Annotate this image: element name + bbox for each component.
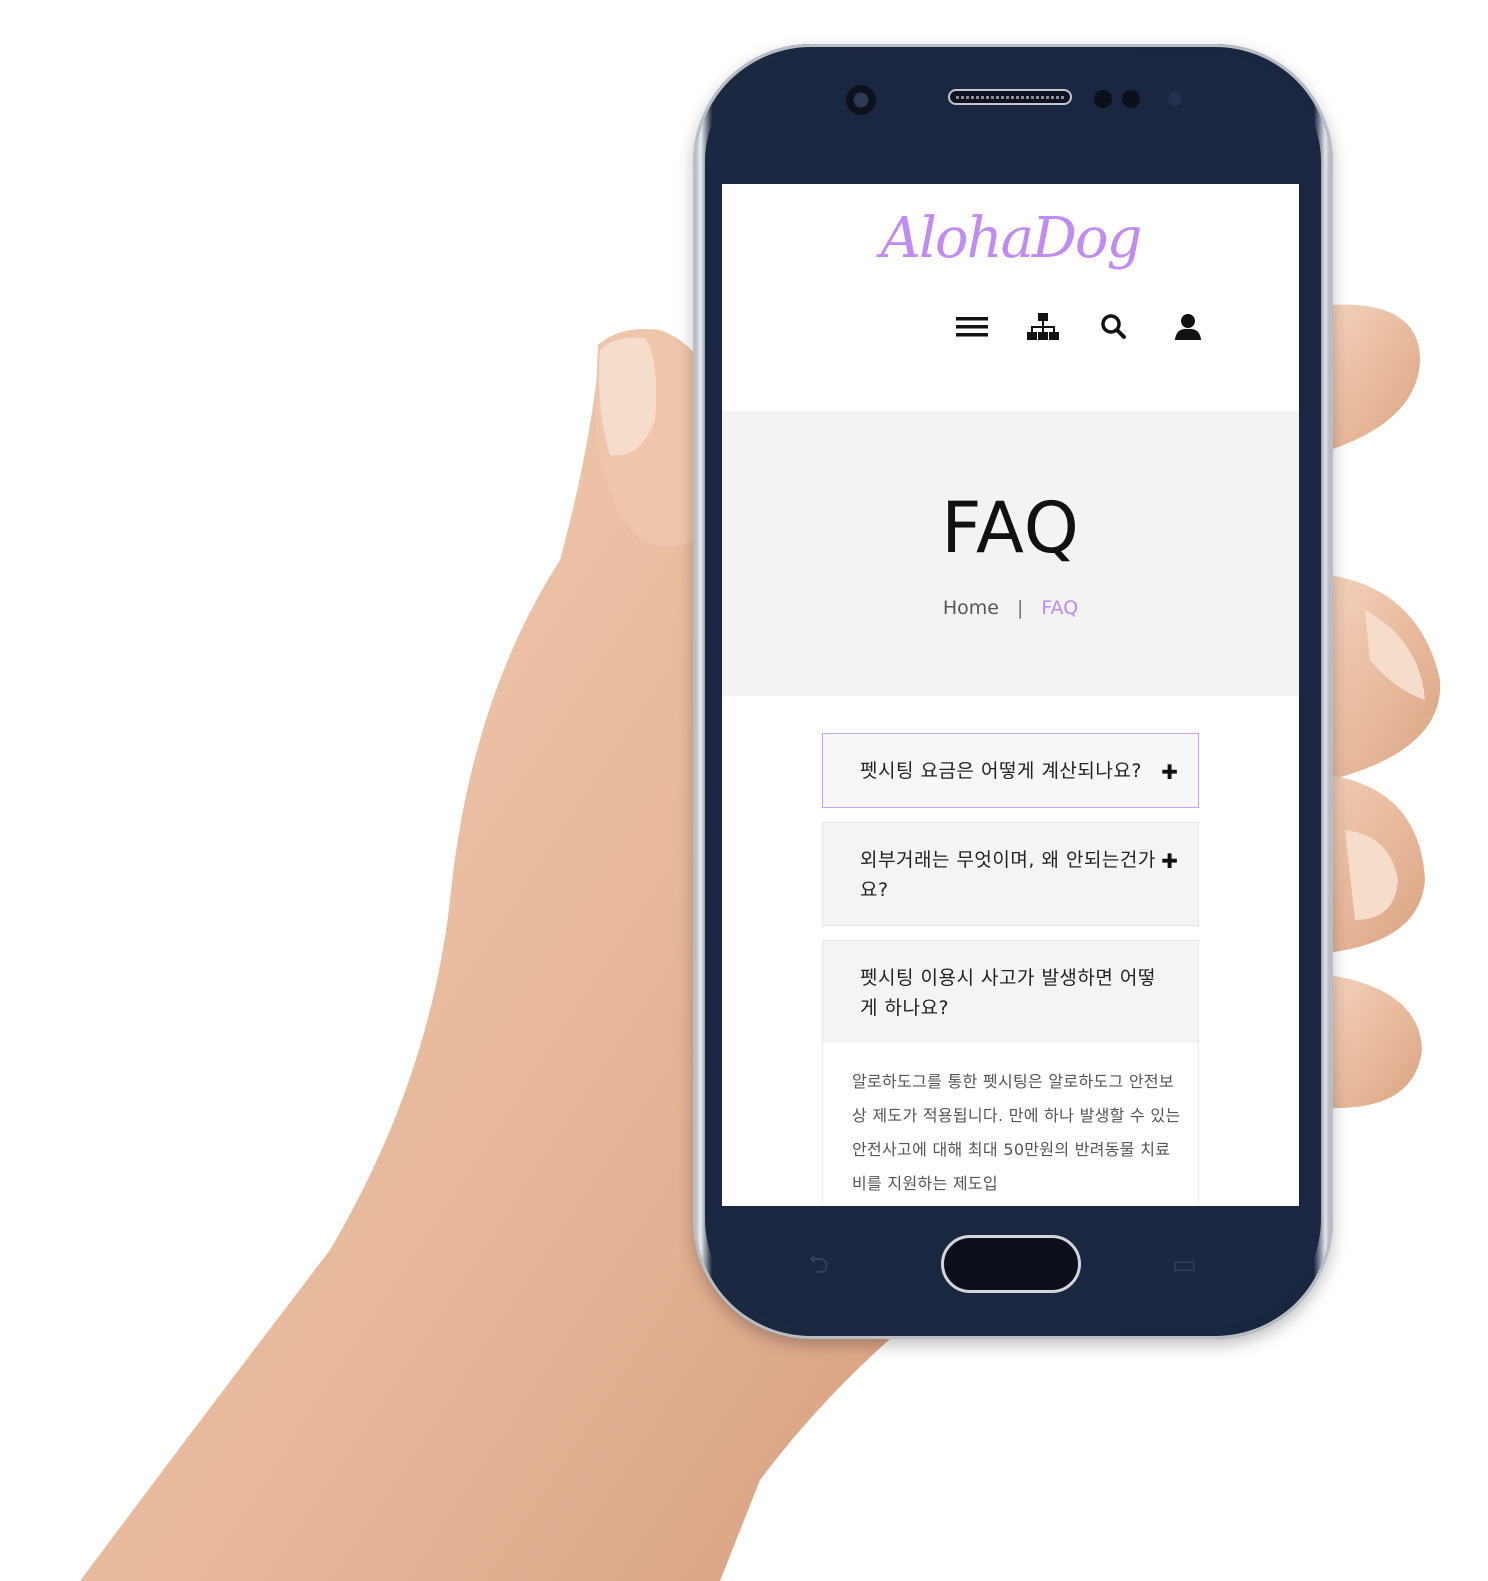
faq-item-3[interactable]: 펫시팅 이용시 사고가 발생하면 어떻게 하나요? bbox=[822, 940, 1199, 1044]
front-camera-icon bbox=[846, 85, 876, 115]
faq-question: 외부거래는 무엇이며, 왜 안되는건가요? bbox=[860, 849, 1156, 901]
page-title: FAQ bbox=[941, 487, 1080, 569]
indicator-led bbox=[1168, 92, 1182, 106]
breadcrumb-separator: | bbox=[1016, 597, 1024, 619]
faq-question: 펫시팅 이용시 사고가 발생하면 어떻게 하나요? bbox=[860, 967, 1156, 1019]
breadcrumb: Home | FAQ bbox=[722, 597, 1299, 619]
expand-plus-icon[interactable]: ✚ bbox=[1161, 849, 1178, 873]
faq-answer-panel: 알로하도그를 통한 펫시팅은 알로하도그 안전보상 제도가 적용됩니다. 만에 … bbox=[822, 1043, 1199, 1206]
home-button[interactable] bbox=[941, 1235, 1081, 1293]
user-icon[interactable] bbox=[1168, 307, 1208, 347]
header-icon-bar bbox=[722, 307, 1299, 347]
back-icon[interactable]: ⮌ bbox=[808, 1252, 842, 1278]
search-icon[interactable] bbox=[1094, 307, 1134, 347]
page-hero: FAQ Home | FAQ bbox=[722, 411, 1299, 696]
expand-plus-icon[interactable]: ✚ bbox=[1161, 760, 1178, 784]
breadcrumb-home-link[interactable]: Home bbox=[943, 597, 999, 619]
menu-icon[interactable] bbox=[952, 307, 992, 347]
light-sensor bbox=[1122, 90, 1140, 108]
breadcrumb-current: FAQ bbox=[1041, 597, 1079, 619]
faq-item-1[interactable]: 펫시팅 요금은 어떻게 계산되나요? ✚ bbox=[822, 733, 1199, 808]
site-logo[interactable]: AlohaDog bbox=[722, 206, 1299, 271]
faq-question: 펫시팅 요금은 어떻게 계산되나요? bbox=[860, 760, 1142, 782]
sitemap-icon[interactable] bbox=[1023, 307, 1063, 347]
proximity-sensor bbox=[1094, 90, 1112, 108]
recent-apps-icon[interactable]: ▭ bbox=[1172, 1252, 1206, 1278]
phone-screen: AlohaDog FAQ Home | FAQ 펫시팅 요금은 어떻게 계산되나… bbox=[722, 184, 1299, 1206]
earpiece-speaker bbox=[948, 89, 1072, 105]
faq-item-2[interactable]: 외부거래는 무엇이며, 왜 안되는건가요? ✚ bbox=[822, 822, 1199, 926]
faq-answer-text: 알로하도그를 통한 펫시팅은 알로하도그 안전보상 제도가 적용됩니다. 만에 … bbox=[852, 1072, 1181, 1193]
